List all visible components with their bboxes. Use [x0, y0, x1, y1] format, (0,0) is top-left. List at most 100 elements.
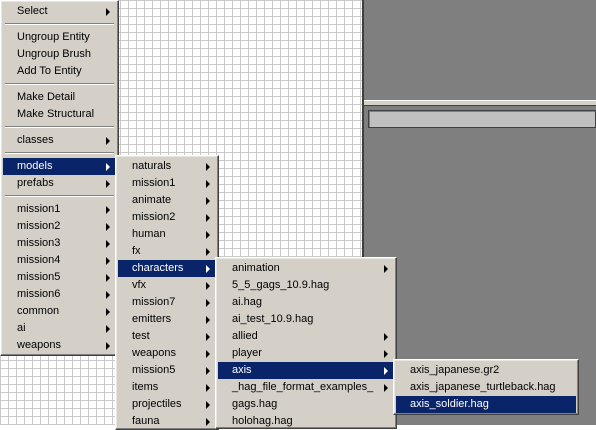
menu-item-add-to-entity[interactable]: Add To Entity	[3, 63, 116, 80]
menu-item-label: naturals	[132, 160, 172, 172]
characters-item-ai-test-10-9-hag[interactable]: ai_test_10.9.hag	[218, 311, 394, 328]
menu-item-classes[interactable]: classes	[3, 132, 116, 149]
models-item-naturals[interactable]: naturals	[118, 158, 216, 175]
menu-item-make-structural[interactable]: Make Structural	[3, 106, 116, 123]
models-item-projectiles[interactable]: projectiles	[118, 396, 216, 413]
models-item-emitters[interactable]: emitters	[118, 311, 216, 328]
submenu-arrow-icon	[384, 350, 388, 358]
menu-item-label: axis_japanese.gr2	[410, 364, 500, 376]
submenu-arrow-icon	[206, 214, 210, 222]
menu-item-mission5[interactable]: mission5	[3, 269, 116, 286]
submenu-arrow-icon	[206, 367, 210, 375]
submenu-arrow-icon	[206, 350, 210, 358]
menu-item-label: mission5	[17, 271, 61, 283]
menu-item-common[interactable]: common	[3, 303, 116, 320]
models-item-weapons[interactable]: weapons	[118, 345, 216, 362]
menu-item-label: animate	[132, 194, 172, 206]
axis-item-axis-japanese-turtleback-hag[interactable]: axis_japanese_turtleback.hag	[396, 379, 576, 396]
menu-item-models[interactable]: models	[3, 158, 116, 175]
pane-splitter[interactable]	[364, 100, 596, 106]
characters-item-holohag-hag[interactable]: holohag.hag	[218, 413, 394, 430]
menu-item-label: player	[232, 347, 262, 359]
axis-submenu: axis_japanese.gr2 axis_japanese_turtlebac…	[393, 359, 579, 415]
models-item-characters[interactable]: characters	[118, 260, 216, 277]
submenu-arrow-icon	[206, 384, 210, 392]
menu-item-label: Ungroup Brush	[17, 48, 91, 60]
models-item-test[interactable]: test	[118, 328, 216, 345]
characters-item-5-5-gags-10-9-hag[interactable]: 5_5_gags_10.9.hag	[218, 277, 394, 294]
models-item-mission2[interactable]: mission2	[118, 209, 216, 226]
menu-item-mission6[interactable]: mission6	[3, 286, 116, 303]
axis-item-axis-japanese-gr2[interactable]: axis_japanese.gr2	[396, 362, 576, 379]
submenu-arrow-icon	[206, 248, 210, 256]
submenu-arrow-icon	[106, 291, 110, 299]
submenu-arrow-icon	[106, 206, 110, 214]
characters-item-player[interactable]: player	[218, 345, 394, 362]
menu-item-label: Ungroup Entity	[17, 31, 90, 43]
menu-item-mission2[interactable]: mission2	[3, 218, 116, 235]
menu-item-label: prefabs	[17, 177, 54, 189]
menu-item-label: mission2	[17, 220, 61, 232]
submenu-arrow-icon	[106, 342, 110, 350]
menu-item-label: common	[17, 305, 60, 317]
menu-item-prefabs[interactable]: prefabs	[3, 175, 116, 192]
menu-item-label: Add To Entity	[17, 65, 82, 77]
submenu-arrow-icon	[106, 240, 110, 248]
models-item-mission1[interactable]: mission1	[118, 175, 216, 192]
menu-item-label: test	[132, 330, 150, 342]
menu-item-mission3[interactable]: mission3	[3, 235, 116, 252]
models-item-mission5[interactable]: mission5	[118, 362, 216, 379]
models-item-human[interactable]: human	[118, 226, 216, 243]
menu-item-label: holohag.hag	[232, 415, 293, 427]
submenu-arrow-icon	[206, 299, 210, 307]
menu-item-mission1[interactable]: mission1	[3, 201, 116, 218]
submenu-arrow-icon	[206, 333, 210, 341]
menu-item-label: allied	[232, 330, 258, 342]
menu-item-label: gags.hag	[232, 398, 278, 410]
menu-item-label: Make Detail	[17, 91, 76, 103]
menu-item-label: characters	[132, 262, 184, 274]
models-item-animate[interactable]: animate	[118, 192, 216, 209]
characters-item-allied[interactable]: allied	[218, 328, 394, 345]
menu-item-select[interactable]: Select	[3, 3, 116, 20]
characters-item-ai-hag[interactable]: ai.hag	[218, 294, 394, 311]
axis-item-axis-soldier-hag[interactable]: axis_soldier.hag	[396, 396, 576, 413]
menu-item-weapons[interactable]: weapons	[3, 337, 116, 354]
menu-item-label: mission1	[17, 203, 61, 215]
submenu-arrow-icon	[206, 231, 210, 239]
menu-item-label: items	[132, 381, 159, 393]
menu-item-label: mission7	[132, 296, 176, 308]
menu-item-label: Select	[17, 5, 48, 17]
menu-item-label: axis_japanese_turtleback.hag	[410, 381, 556, 393]
menu-separator	[5, 195, 114, 197]
models-item-fauna[interactable]: fauna	[118, 413, 216, 430]
submenu-arrow-icon	[206, 282, 210, 290]
characters-item-axis[interactable]: axis	[218, 362, 394, 379]
menu-item-ungroup-brush[interactable]: Ungroup Brush	[3, 46, 116, 63]
menu-item-label: mission5	[132, 364, 176, 376]
characters-item-gags-hag[interactable]: gags.hag	[218, 396, 394, 413]
submenu-arrow-icon	[206, 401, 210, 409]
panel-bar[interactable]	[368, 110, 596, 128]
menu-item-label: ai.hag	[232, 296, 262, 308]
menu-item-ungroup-entity[interactable]: Ungroup Entity	[3, 29, 116, 46]
menu-item-label: ai_test_10.9.hag	[232, 313, 314, 325]
models-item-items[interactable]: items	[118, 379, 216, 396]
models-item-vfx[interactable]: vfx	[118, 277, 216, 294]
context-menu: Select Ungroup Entity Ungroup Brush Add To …	[0, 0, 119, 356]
submenu-arrow-icon	[106, 325, 110, 333]
menu-item-make-detail[interactable]: Make Detail	[3, 89, 116, 106]
characters-item-animation[interactable]: animation	[218, 260, 394, 277]
menu-item-label: classes	[17, 134, 54, 146]
models-item-mission7[interactable]: mission7	[118, 294, 216, 311]
menu-item-label: fauna	[132, 415, 160, 427]
menu-item-label: _hag_file_format_examples_	[232, 381, 374, 393]
models-submenu: naturals mission1 animate mission2 human fx ch…	[115, 155, 219, 430]
submenu-arrow-icon	[106, 8, 110, 16]
menu-item-label: ai	[17, 322, 26, 334]
characters-item-hag-file-format-examples[interactable]: _hag_file_format_examples_	[218, 379, 394, 396]
submenu-arrow-icon	[384, 384, 388, 392]
menu-item-ai[interactable]: ai	[3, 320, 116, 337]
menu-item-mission4[interactable]: mission4	[3, 252, 116, 269]
models-item-fx[interactable]: fx	[118, 243, 216, 260]
